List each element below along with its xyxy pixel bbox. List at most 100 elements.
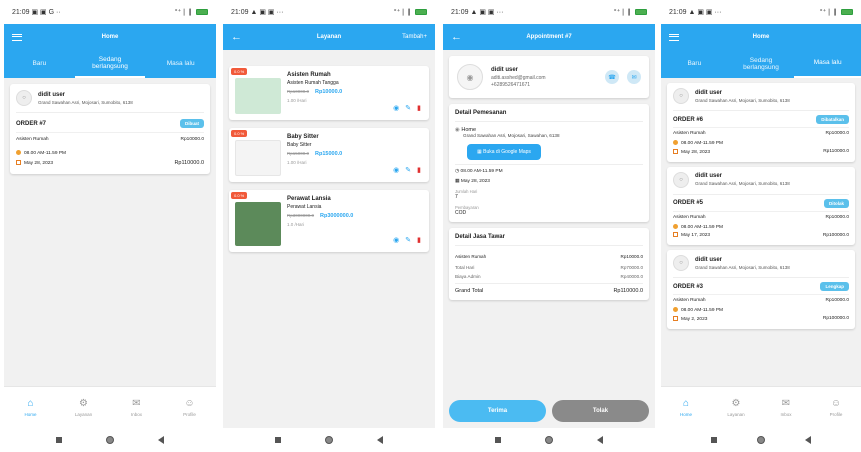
order-card[interactable]: ○ didit user Grand Sawahan Asri, Mojosari… <box>667 166 855 246</box>
home-button-icon[interactable] <box>106 436 114 444</box>
discount-badge: 0.0 % <box>231 192 248 199</box>
app-bar: ← Layanan Tambah+ <box>223 24 435 50</box>
order-card[interactable]: ○ didit user Grand Sawahan Asri, Mojosar… <box>10 84 210 174</box>
avatar: ◉ <box>457 64 483 90</box>
page-title: Appointment #7 <box>526 34 572 40</box>
avatar: ○ <box>16 90 32 106</box>
app-bar: Home <box>4 24 216 50</box>
home-button-icon[interactable] <box>757 436 765 444</box>
view-icon[interactable]: ◉ <box>393 236 399 244</box>
battery-icon <box>841 9 853 16</box>
status-bar: 21:09 ▲ ▣ ▣ ··· °⁺❘❙ <box>443 0 655 24</box>
service-unit: 1.00 /Hari <box>287 98 307 103</box>
delete-icon[interactable]: ▮ <box>417 236 421 244</box>
status-badge: Dibatalkan <box>816 115 849 124</box>
recents-icon[interactable] <box>56 437 62 443</box>
nav-services[interactable]: ⚙ Layanan <box>57 387 110 428</box>
edit-icon[interactable]: ✎ <box>405 104 411 112</box>
tab-past[interactable]: Masa lalu <box>145 50 216 78</box>
service-image <box>235 140 281 176</box>
service-card[interactable]: 0.0 % Asisten Rumah Asisten Rumah Tangga… <box>229 66 429 120</box>
home-icon: ⌂ <box>27 397 34 409</box>
view-icon[interactable]: ◉ <box>393 166 399 174</box>
page-title: Home <box>752 34 770 40</box>
user-address: Grand Sawahan Asri, Mojosari, Sumobito, … <box>38 99 133 105</box>
tab-bar: Baru Sedang berlangsung Masa lalu <box>4 50 216 78</box>
mail-icon: ✉ <box>781 397 791 409</box>
discount-badge: 0.0 % <box>231 130 248 137</box>
appointment-time: 08.00 AM-11.59 PM <box>460 169 503 174</box>
service-name: Asisten Rumah <box>16 137 49 142</box>
recents-icon[interactable] <box>275 437 281 443</box>
back-button-icon[interactable] <box>158 436 164 444</box>
open-maps-button[interactable]: ▦ Buka di Google Maps <box>467 144 541 160</box>
service-price: Rp3000000.0 <box>320 213 354 219</box>
reject-button[interactable]: Tolak <box>552 400 649 422</box>
delete-icon[interactable]: ▮ <box>417 104 421 112</box>
order-total: Rp110000.0 <box>174 159 204 166</box>
order-number: ORDER #3 <box>673 283 704 290</box>
home-button-icon[interactable] <box>545 436 553 444</box>
nav-home[interactable]: ⌂ Home <box>661 387 711 428</box>
edit-icon[interactable]: ✎ <box>405 236 411 244</box>
customer-email: aditi.asshed@gmail.com <box>491 74 546 81</box>
nav-services[interactable]: ⚙ Layanan <box>711 387 761 428</box>
nav-home[interactable]: ⌂ Home <box>4 387 57 428</box>
order-date: May 28, 2023 <box>24 160 54 166</box>
back-button-icon[interactable] <box>377 436 383 444</box>
screen-home-ongoing: 21:09 ▣ ▣ G ·· °⁺❘❙ Home Baru Sedang ber… <box>4 0 216 452</box>
delete-icon[interactable]: ▮ <box>417 166 421 174</box>
order-card[interactable]: ○ didit user Grand Sawahan Asri, Mojosari… <box>667 250 855 329</box>
recents-icon[interactable] <box>711 437 717 443</box>
tab-past[interactable]: Masa lalu <box>794 50 861 78</box>
service-image <box>235 78 281 114</box>
home-button-icon[interactable] <box>325 436 333 444</box>
service-price: Rp10000.0 <box>315 89 343 95</box>
service-card[interactable]: 0.0 % Baby Sitter Baby Sitter Rp15000.0 R… <box>229 128 429 182</box>
battery-icon <box>415 9 427 16</box>
tab-ongoing[interactable]: Sedang berlangsung <box>74 50 146 78</box>
edit-icon[interactable]: ✎ <box>405 166 411 174</box>
section-title: Detail Pemesanan <box>455 110 643 122</box>
tab-new[interactable]: Baru <box>4 50 75 78</box>
payment-value: COD <box>455 210 467 216</box>
add-service-button[interactable]: Tambah+ <box>402 34 427 40</box>
chat-icon[interactable]: ✉ <box>627 70 641 84</box>
calendar-icon: ▦ <box>455 179 460 184</box>
order-card[interactable]: ○ didit user Grand Sawahan Asri, Mojosari… <box>667 83 855 162</box>
clock-icon: ◷ <box>455 169 460 174</box>
accept-button[interactable]: Terima <box>449 400 546 422</box>
view-icon[interactable]: ◉ <box>393 104 399 112</box>
location-pin-icon: ◉ <box>455 127 460 133</box>
nav-inbox[interactable]: ✉ Inbox <box>110 387 163 428</box>
map-icon: ▦ <box>477 149 482 155</box>
service-subtitle: Asisten Rumah Tangga <box>287 80 339 86</box>
calendar-icon <box>16 159 21 165</box>
avatar: ○ <box>673 255 689 272</box>
clock-icon <box>673 307 678 313</box>
status-bar: 21:09 ▣ ▣ G ·· °⁺❘❙ <box>4 0 216 24</box>
page-title: Home <box>101 34 119 40</box>
tab-bar: Baru Sedang berlangsung Masa lalu <box>661 50 861 78</box>
nav-profile[interactable]: ☺ Profile <box>811 387 861 428</box>
screen-home-past: 21:09 ▲ ▣ ▣ ··· °⁺❘❙ Home Baru Sedang be… <box>661 0 861 452</box>
service-title: Baby Sitter <box>287 134 319 140</box>
nav-inbox[interactable]: ✉ Inbox <box>761 387 811 428</box>
clock-icon <box>673 223 678 229</box>
status-badge: Lengkap <box>820 282 849 292</box>
service-subtitle: Baby Sitter <box>287 142 312 148</box>
phone-icon[interactable]: ☎ <box>605 70 619 84</box>
signal-icon: °⁺❘❙ <box>174 9 193 16</box>
service-title: Asisten Rumah <box>287 72 331 78</box>
status-bar: 21:09 ▲ ▣ ▣ ··· °⁺❘❙ <box>661 0 861 24</box>
nav-profile[interactable]: ☺ Profile <box>163 387 216 428</box>
appointment-date: May 28, 2023 <box>460 179 490 184</box>
clock-icon <box>16 150 21 155</box>
service-card[interactable]: 0.0 % Perawat Lansia Perawat Lansia Rp30… <box>229 190 429 252</box>
mail-icon: ✉ <box>132 397 141 409</box>
tab-new[interactable]: Baru <box>661 50 728 78</box>
recents-icon[interactable] <box>495 437 501 443</box>
tab-ongoing[interactable]: Sedang berlangsung <box>728 50 795 78</box>
back-button-icon[interactable] <box>597 436 603 444</box>
back-button-icon[interactable] <box>805 436 811 444</box>
